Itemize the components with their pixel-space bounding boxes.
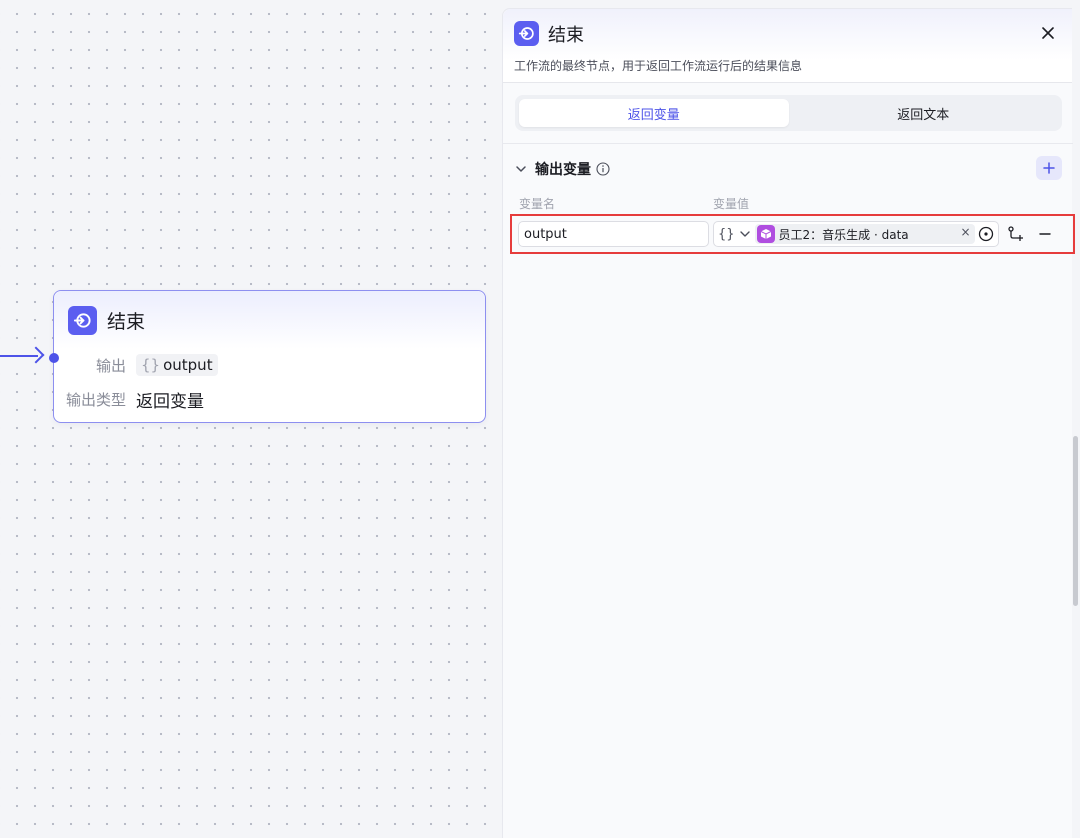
minus-icon xyxy=(1039,233,1051,235)
end-node[interactable]: 结束 输出 {} output 输出类型 返回变量 xyxy=(49,290,486,423)
remove-variable-button[interactable] xyxy=(1035,224,1055,244)
reference-label: 员工2：音乐生成 · data xyxy=(778,227,909,242)
arrow-head-icon xyxy=(27,346,45,364)
chevron-down-icon xyxy=(739,231,750,237)
reference-chip[interactable]: 员工2：音乐生成 · data × xyxy=(754,224,975,244)
node-config-panel: 结束 工作流的最终节点，用于返回工作流运行后的结果信息 返回变量 返回文本 输出… xyxy=(502,8,1075,838)
panel-description: 工作流的最终节点，用于返回工作流运行后的结果信息 xyxy=(514,59,803,73)
output-label: 输出 xyxy=(95,356,126,375)
section-title: 输出变量 xyxy=(535,162,591,178)
panel-title: 结束 xyxy=(548,25,584,46)
variable-value-field[interactable]: {} 员工2：音乐生成 · data × xyxy=(713,221,999,247)
panel-scrollbar[interactable] xyxy=(1073,436,1078,606)
node-type-row: 输出类型 返回变量 xyxy=(54,387,204,412)
output-variable: output xyxy=(163,356,213,374)
panel-header: 结束 工作流的最终节点，用于返回工作流运行后的结果信息 xyxy=(503,9,1072,83)
output-type-value: 返回变量 xyxy=(136,392,204,412)
chevron-down-icon[interactable] xyxy=(515,163,527,175)
output-type-label: 输出类型 xyxy=(65,391,126,409)
output-variables-header: 输出变量 xyxy=(515,159,610,179)
plus-icon xyxy=(1043,162,1055,174)
clear-icon[interactable]: × xyxy=(960,225,970,239)
divider xyxy=(503,143,1073,144)
close-icon[interactable] xyxy=(1038,23,1058,43)
node-title: 结束 xyxy=(107,310,146,333)
variable-name-input[interactable] xyxy=(518,221,709,247)
workflow-canvas[interactable]: 结束 输出 {} output 输出类型 返回变量 xyxy=(0,0,502,838)
cube-icon xyxy=(756,225,775,243)
end-node-icon xyxy=(514,21,539,46)
tab-return-text[interactable]: 返回文本 xyxy=(789,99,1059,127)
end-node-icon xyxy=(68,305,97,335)
add-variable-button[interactable] xyxy=(1036,156,1062,180)
column-header-name: 变量名 xyxy=(519,197,556,211)
type-selector[interactable]: {} xyxy=(714,227,751,242)
column-header-value: 变量值 xyxy=(713,197,750,211)
info-icon[interactable] xyxy=(596,162,610,176)
node-output-row: 输出 {} output xyxy=(54,354,218,376)
object-type-icon: {} xyxy=(718,226,735,242)
node-header: 结束 xyxy=(54,291,485,349)
tab-return-variable[interactable]: 返回变量 xyxy=(519,99,789,127)
branch-plus-icon xyxy=(1008,226,1023,241)
target-icon[interactable] xyxy=(978,226,994,242)
branch-variable-button[interactable] xyxy=(1005,224,1025,244)
mode-tabs: 返回变量 返回文本 xyxy=(515,95,1062,131)
output-tag: {} output xyxy=(136,354,218,376)
object-type-icon: {} xyxy=(141,356,161,374)
